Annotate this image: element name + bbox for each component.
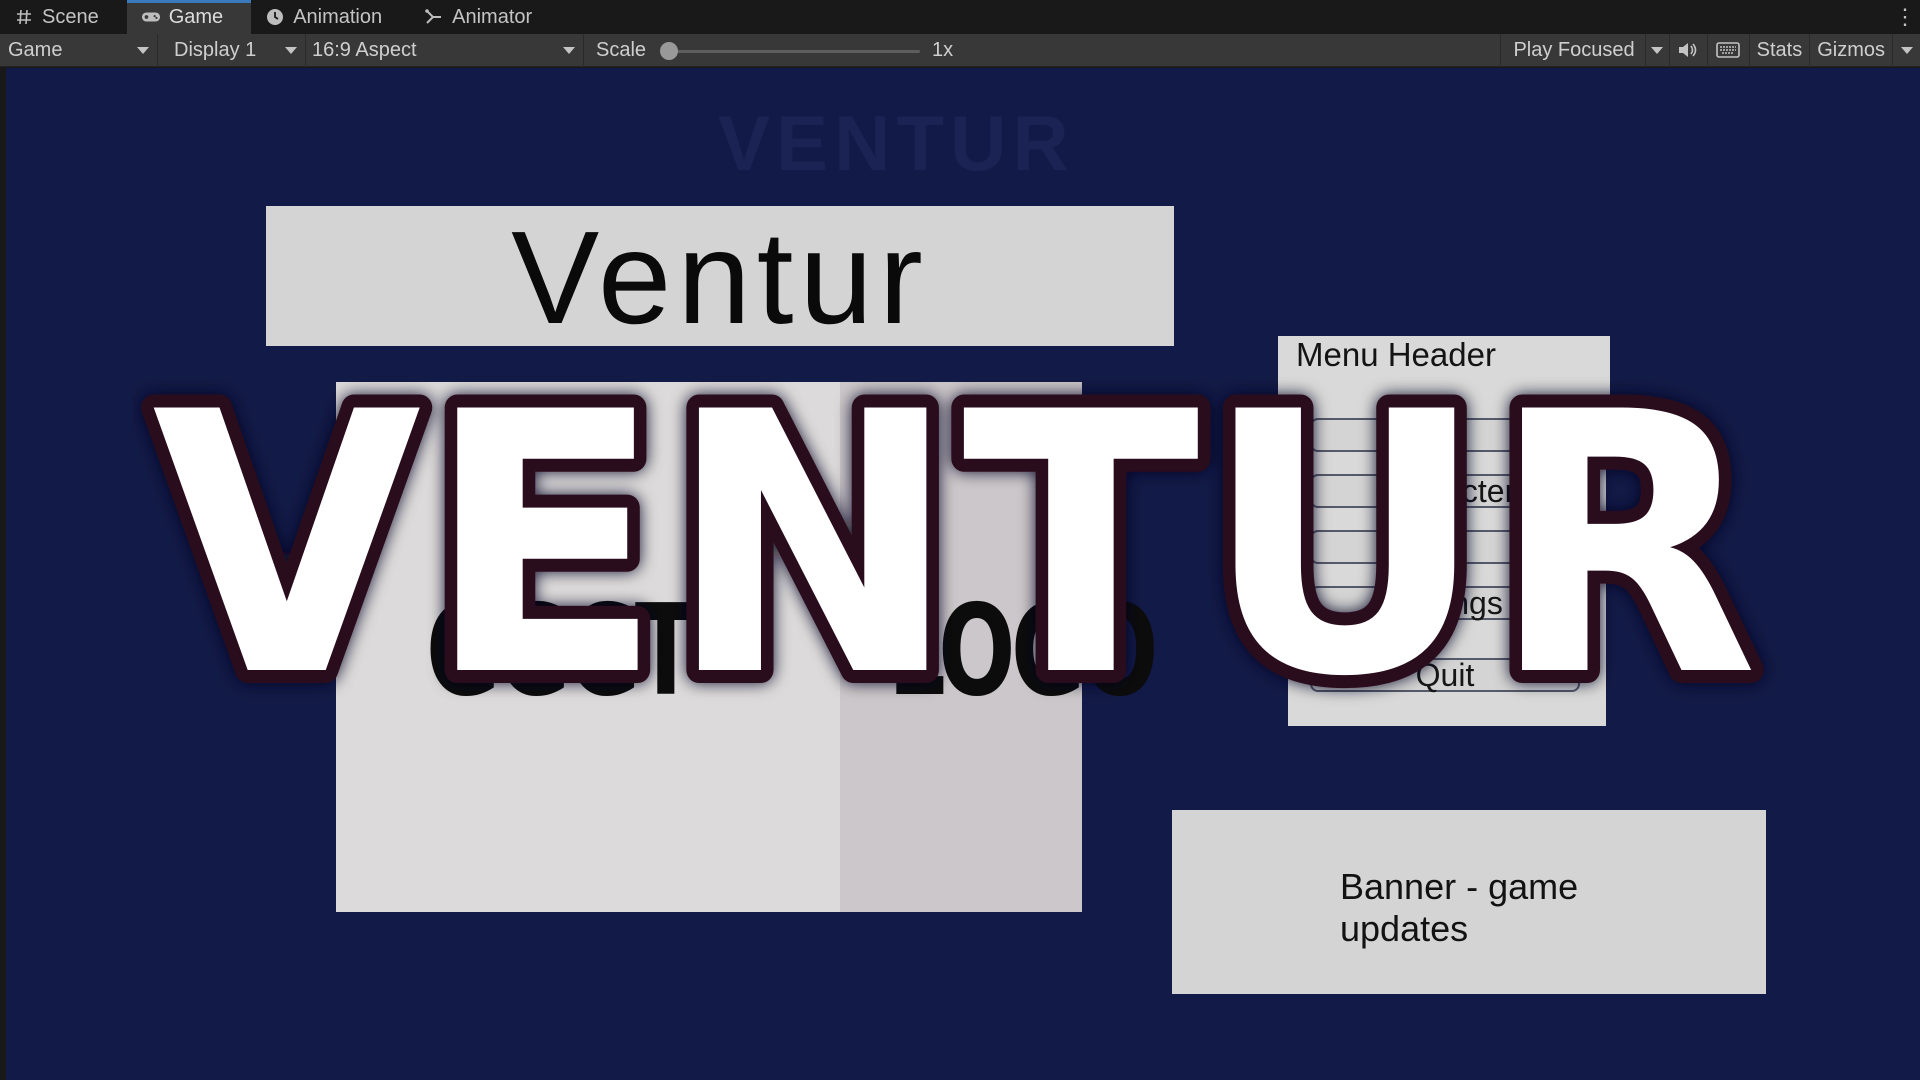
tab-game[interactable]: Game	[126, 0, 252, 34]
stats-label: Stats	[1756, 38, 1803, 61]
tab-label: Animation	[293, 5, 383, 28]
slider-track	[662, 49, 921, 53]
chevron-down-icon	[563, 46, 575, 54]
menu-button-label: Quit	[1415, 656, 1475, 693]
menu-button-label: Character	[1374, 472, 1516, 509]
scale-slider[interactable]	[660, 34, 921, 67]
gizmos-button[interactable]: Gizmos	[1809, 33, 1892, 67]
chevron-down-icon	[285, 46, 297, 54]
keyboard-shortcuts-button[interactable]	[1706, 33, 1749, 67]
scale-label: Scale	[596, 38, 647, 61]
aspect-dropdown[interactable]: 16:9 Aspect	[306, 33, 584, 67]
menu-button-label: Settings	[1387, 584, 1503, 621]
game-viewport[interactable]: VENTUR Ventur GGGT LOGO Menu Header Char…	[6, 68, 1920, 1080]
display-dropdown[interactable]: Display 1	[158, 33, 306, 67]
title-panel: Ventur	[266, 206, 1174, 346]
play-mode-value: Play Focused	[1513, 38, 1635, 61]
hash-icon	[14, 7, 34, 27]
game-toolbar: Game Display 1 16:9 Aspect Scale 1x Play…	[0, 33, 1920, 67]
more-options-icon[interactable]: ⋮	[1890, 0, 1920, 34]
menu-header: Menu Header	[1278, 336, 1610, 396]
banner-text: Banner - game updates	[1340, 866, 1579, 949]
animator-icon	[424, 7, 444, 27]
gamepad-icon	[141, 7, 161, 27]
aspect-value: 16:9 Aspect	[312, 38, 417, 61]
tab-label: Animator	[452, 5, 533, 28]
menu-header-text: Menu Header	[1296, 336, 1496, 373]
tab-animation[interactable]: Animation	[251, 0, 410, 34]
clock-icon	[265, 7, 285, 27]
menu-button-blank-1[interactable]	[1310, 418, 1580, 452]
toolbar-right: Play Focused Stats Gizmos	[1500, 33, 1920, 67]
tab-label: Scene	[42, 5, 99, 28]
display-value: Display 1	[174, 38, 257, 61]
slider-thumb[interactable]	[660, 41, 679, 60]
menu-panel: Character Settings Quit	[1288, 396, 1606, 726]
title-panel-text: Ventur	[511, 204, 929, 351]
logo-panel: GGGT LOGO	[336, 382, 1158, 912]
stats-button[interactable]: Stats	[1748, 33, 1810, 67]
logo-right-text: LOGO	[888, 577, 1158, 724]
play-mode-caret[interactable]	[1644, 33, 1669, 67]
tab-animator[interactable]: Animator	[410, 0, 560, 34]
editor-tab-bar: Scene Game Animation Animator ⋮	[0, 0, 1920, 34]
logo-left-text: GGGT	[426, 577, 697, 724]
scale-control: Scale 1x	[584, 34, 953, 67]
menu-button-quit[interactable]: Quit	[1310, 656, 1580, 693]
tab-label: Game	[168, 5, 224, 28]
game-updates-banner: Banner - game updates	[1172, 810, 1766, 994]
chevron-down-icon	[1900, 46, 1913, 54]
menu-button-character[interactable]: Character	[1310, 472, 1580, 509]
menu-button-blank-2[interactable]	[1310, 530, 1580, 564]
play-mode-dropdown[interactable]: Play Focused	[1500, 33, 1644, 67]
scale-value: 1x	[932, 38, 954, 61]
view-mode-value: Game	[8, 38, 63, 61]
chevron-down-icon	[1651, 46, 1664, 54]
view-mode-dropdown[interactable]: Game	[0, 33, 158, 67]
gizmos-label: Gizmos	[1817, 38, 1885, 61]
menu-button-settings[interactable]: Settings	[1310, 584, 1580, 621]
speaker-icon	[1679, 43, 1697, 57]
chevron-down-icon	[137, 46, 149, 54]
mute-audio-button[interactable]	[1668, 33, 1707, 67]
keyboard-icon	[1716, 42, 1740, 58]
faded-background-title: VENTUR	[718, 99, 1075, 187]
gizmos-caret[interactable]	[1892, 33, 1920, 67]
tab-scene[interactable]: Scene	[0, 0, 127, 34]
